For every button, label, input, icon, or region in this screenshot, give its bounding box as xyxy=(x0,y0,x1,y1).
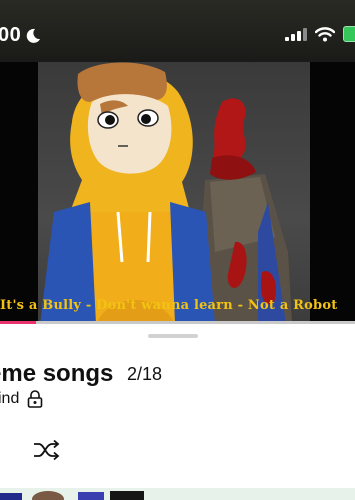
status-time-text: 00 xyxy=(0,24,22,46)
playlist-subtitle-row: ind xyxy=(0,390,43,408)
status-time: 00 xyxy=(0,24,41,47)
cellular-signal-icon xyxy=(285,28,307,41)
lock-icon xyxy=(28,390,43,408)
sheet-grabber-handle[interactable] xyxy=(148,334,198,338)
track-position: 2/18 xyxy=(127,364,163,384)
next-track-thumbnails xyxy=(0,491,144,500)
status-bar: 00 xyxy=(0,0,355,62)
shuffle-icon[interactable] xyxy=(32,438,60,462)
status-icons xyxy=(285,26,355,42)
album-artwork[interactable]: It's a Bully - Don't wanna learn - Not a… xyxy=(0,62,355,324)
playlist-subtitle: ind xyxy=(0,390,20,407)
artwork-illustration xyxy=(40,62,292,324)
next-track-strip[interactable] xyxy=(0,488,355,500)
playlist-sheet: eme songs 2/18 ind xyxy=(0,324,355,500)
playlist-title: eme songs xyxy=(0,360,114,387)
battery-icon xyxy=(343,26,355,42)
wifi-icon xyxy=(315,26,335,41)
scrolling-track-text: It's a Bully - Don't wanna learn - Not a… xyxy=(0,298,338,313)
moon-icon xyxy=(26,28,41,43)
